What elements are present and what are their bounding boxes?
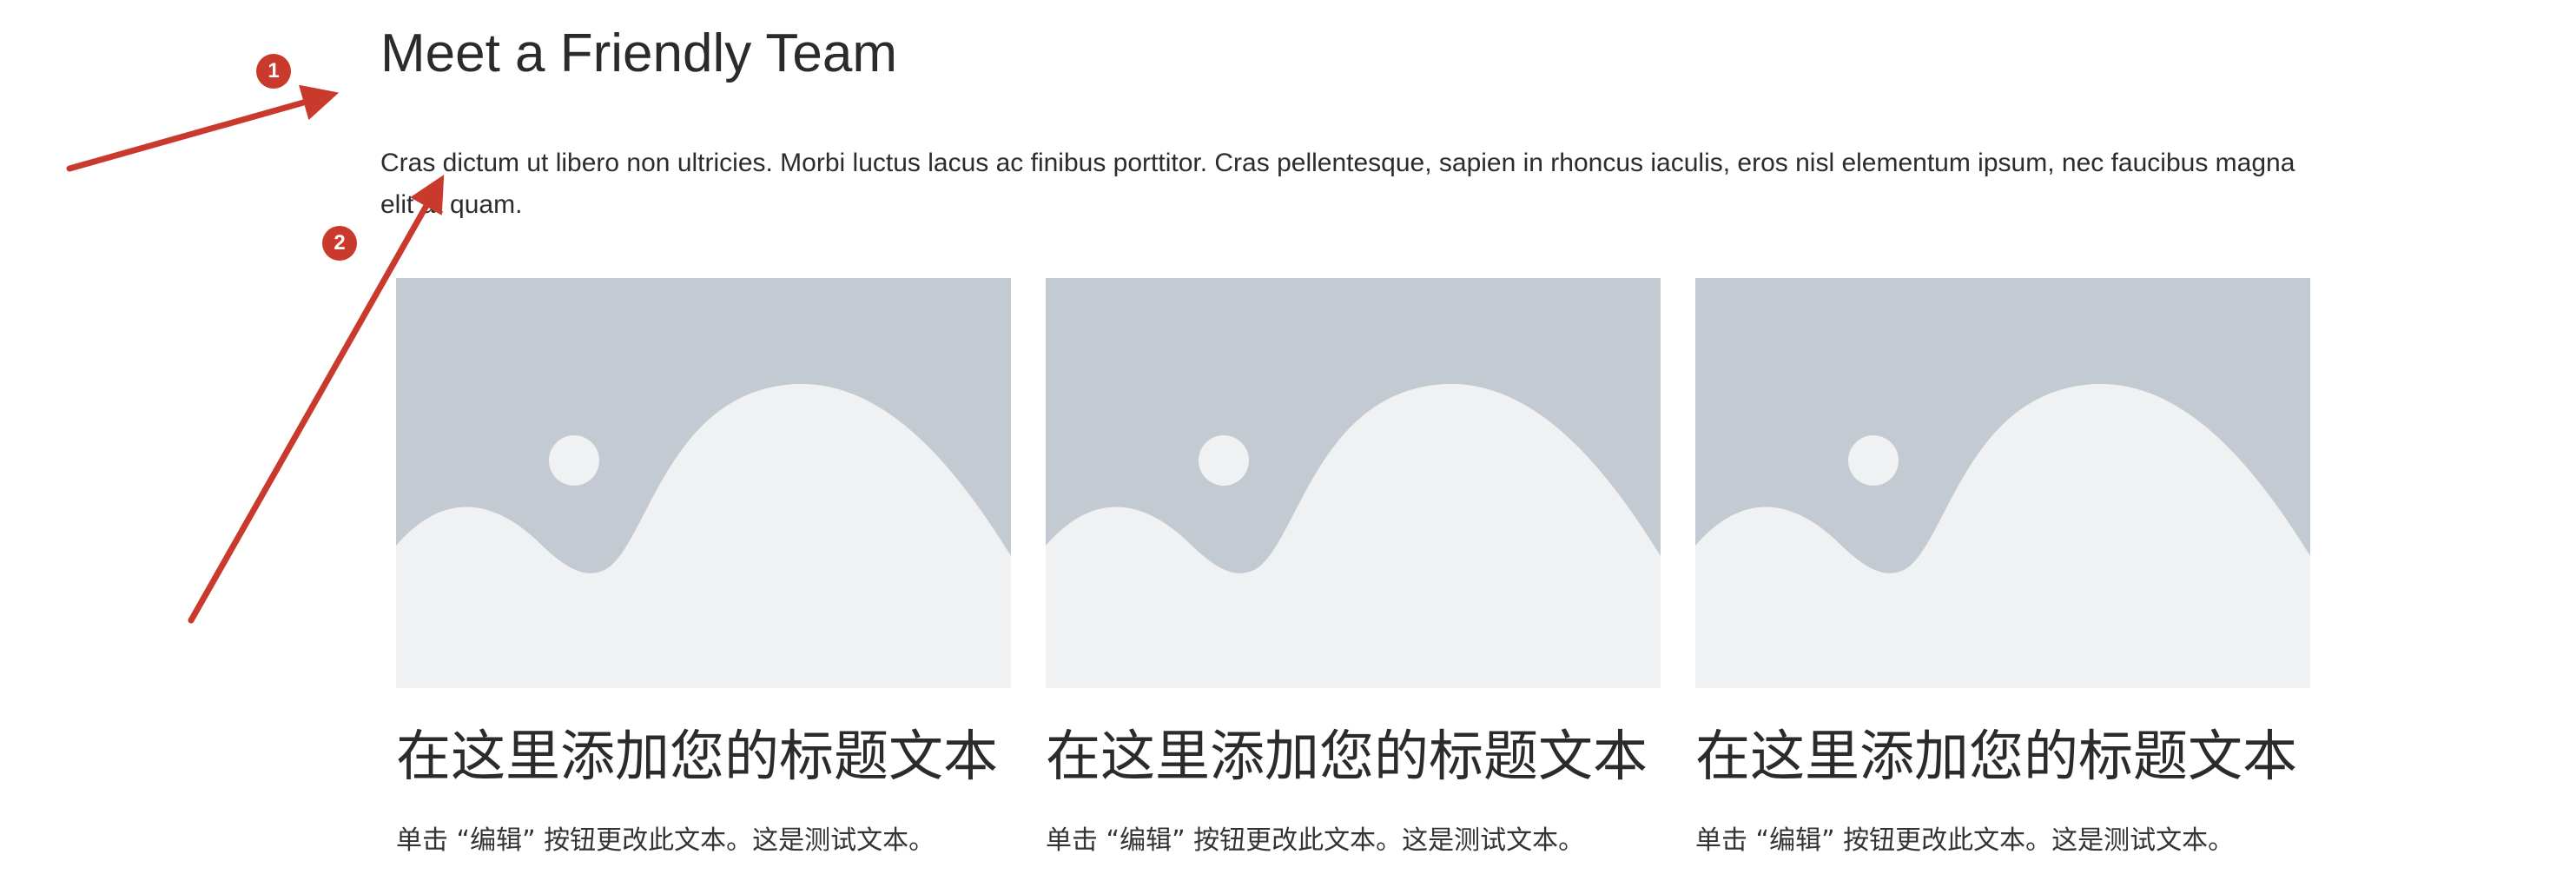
card-title: 在这里添加您的标题文本 xyxy=(396,725,998,788)
team-card[interactable]: 在这里添加您的标题文本 单击 “编辑” 按钮更改此文本。这是测试文本。 xyxy=(1695,278,2310,856)
team-card[interactable]: 在这里添加您的标题文本 单击 “编辑” 按钮更改此文本。这是测试文本。 xyxy=(1046,278,1661,856)
card-text: 单击 “编辑” 按钮更改此文本。这是测试文本。 xyxy=(396,825,935,856)
section-title: Meet a Friendly Team xyxy=(380,23,897,83)
section-intro: Cras dictum ut libero non ultricies. Mor… xyxy=(380,149,2295,219)
arrow-icon xyxy=(66,84,340,172)
card-text: 单击 “编辑” 按钮更改此文本。这是测试文本。 xyxy=(1695,825,2235,856)
card-title: 在这里添加您的标题文本 xyxy=(1046,725,1648,788)
card-title: 在这里添加您的标题文本 xyxy=(1695,725,2297,788)
card-text: 单击 “编辑” 按钮更改此文本。这是测试文本。 xyxy=(1046,825,1585,856)
image-placeholder-icon[interactable] xyxy=(1695,278,2310,688)
team-card[interactable]: 在这里添加您的标题文本 单击 “编辑” 按钮更改此文本。这是测试文本。 xyxy=(396,278,1011,856)
annotation-badge: 1 xyxy=(256,54,291,89)
image-placeholder-icon[interactable] xyxy=(396,278,1011,688)
annotation-badge: 2 xyxy=(322,226,357,261)
image-placeholder-icon[interactable] xyxy=(1046,278,1661,688)
